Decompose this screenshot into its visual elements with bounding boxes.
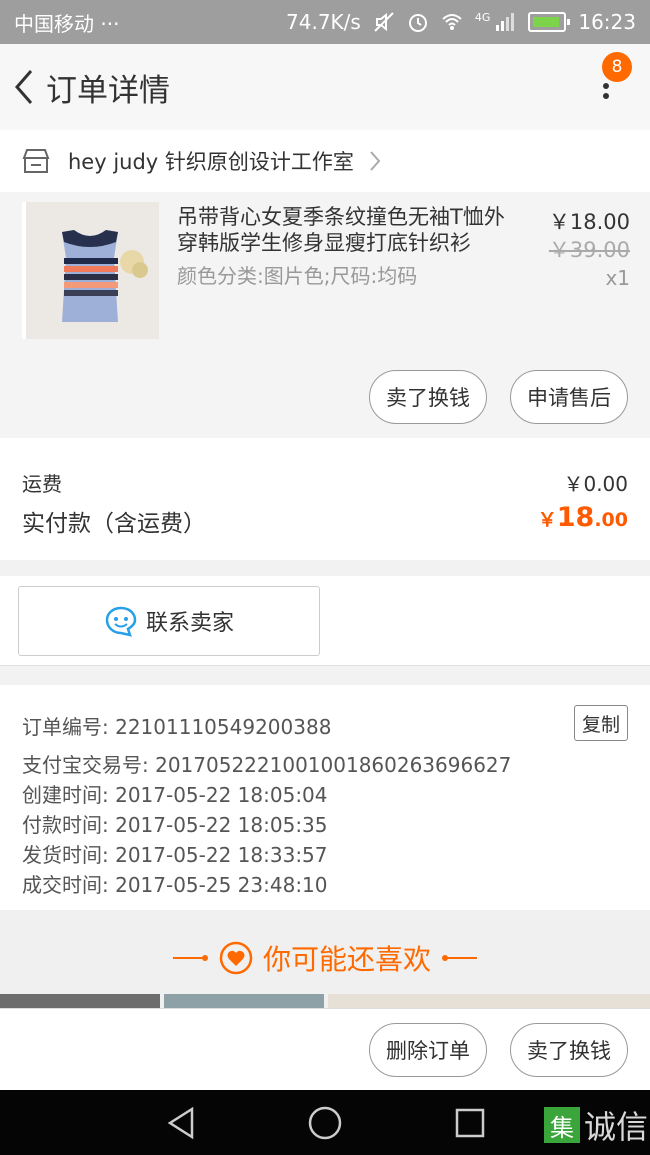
contact-section: 联系卖家 [0,576,650,666]
contact-seller-button[interactable]: 联系卖家 [18,586,320,656]
sell-item-button[interactable]: 卖了换钱 [369,370,487,424]
status-bar: 中国移动 ··· 74.7K/s 4G 16:23 [0,0,650,44]
nav-bar: 订单详情 [0,44,650,130]
shipping-label: 运费 [22,472,62,496]
back-button[interactable] [4,57,44,117]
product-spec: 颜色分类:图片色;尺码:均码 [177,264,418,288]
chevron-right-icon [370,151,381,171]
paid-currency: ￥ [537,509,557,531]
alarm-icon [408,14,427,32]
shipping-value: ￥0.00 [563,472,628,496]
order-item[interactable]: 吊带背心女夏季条纹撞色无袖T恤外穿韩版学生修身显瘦打底针织衫 颜色分类:图片色;… [0,192,650,438]
bottom-action-bar: 删除订单 卖了换钱 [0,1008,650,1090]
nav-home-icon[interactable] [308,1106,342,1140]
copy-order-number-button[interactable]: 复制 [574,705,628,741]
watermark: 集 诚信 [543,1100,648,1150]
battery-icon [528,12,571,32]
recommend-heading: 你可能还喜欢 [0,938,650,978]
paid-decimal: .00 [594,509,628,531]
recommend-thumb[interactable] [164,994,324,1008]
alipay-transaction-number: 支付宝交易号: 2017052221001001860263696627 [22,753,512,777]
network-speed: 74.7K/s [286,10,361,34]
shipped-time: 发货时间: 2017-05-22 18:33:57 [22,843,328,867]
shop-name: hey judy 针织原创设计工作室 [68,150,354,174]
sell-button[interactable]: 卖了换钱 [510,1023,628,1077]
nav-recents-icon[interactable] [453,1106,487,1140]
shop-row[interactable]: hey judy 针织原创设计工作室 [0,130,650,192]
decor-left-line-icon [172,955,208,961]
paid-amount: ￥18.00 [538,502,628,533]
page-title: 订单详情 [46,72,170,109]
order-number: 订单编号: 22101110549200388 [22,715,332,739]
wifi-icon [442,14,462,30]
paid-label: 实付款（含运费） [22,511,206,537]
recommend-thumb[interactable] [328,994,650,1008]
recommend-thumb[interactable] [0,994,160,1008]
network-type: 4G [474,10,491,24]
product-quantity: x1 [605,266,630,290]
carrier-label: 中国移动 ··· [14,11,120,36]
recommend-title: 你可能还喜欢 [262,943,431,976]
completed-time: 成交时间: 2017-05-25 23:48:10 [22,873,328,897]
product-thumbnail[interactable] [22,202,159,339]
recommendations: 你可能还喜欢 [0,910,650,1008]
contact-seller-label: 联系卖家 [145,611,234,636]
decor-right-line-icon [442,955,477,961]
status-icons: 74.7K/s 4G 16:23 [286,10,636,34]
mute-icon [374,12,394,32]
paid-time: 付款时间: 2017-05-22 18:05:35 [22,813,328,837]
chat-bubble-icon [105,606,137,637]
heart-icon [219,941,253,975]
clock: 16:23 [578,10,636,34]
nav-back-icon[interactable] [164,1106,198,1140]
paid-integer: 18 [556,502,595,533]
back-arrow-icon [15,70,33,104]
recommend-thumbnails[interactable] [0,994,650,1008]
delete-order-button[interactable]: 删除订单 [369,1023,487,1077]
fee-summary: 运费 ￥0.00 实付款（含运费） ￥18.00 [0,438,650,560]
watermark-logo: 集 [543,1107,580,1143]
notification-badge: 8 [602,52,632,82]
watermark-text: 诚信 [583,1108,648,1146]
shop-icon [22,149,50,173]
product-title[interactable]: 吊带背心女夏季条纹撞色无袖T恤外穿韩版学生修身显瘦打底针织衫 [177,204,517,256]
signal-icon [496,13,515,31]
order-info: 订单编号: 22101110549200388 复制 支付宝交易号: 20170… [0,685,650,910]
product-image [22,202,159,339]
after-sale-button[interactable]: 申请售后 [510,370,628,424]
product-price: ￥18.00 [548,210,630,234]
created-time: 创建时间: 2017-05-22 18:05:04 [22,783,328,807]
product-original-price: ￥39.00 [548,238,630,262]
